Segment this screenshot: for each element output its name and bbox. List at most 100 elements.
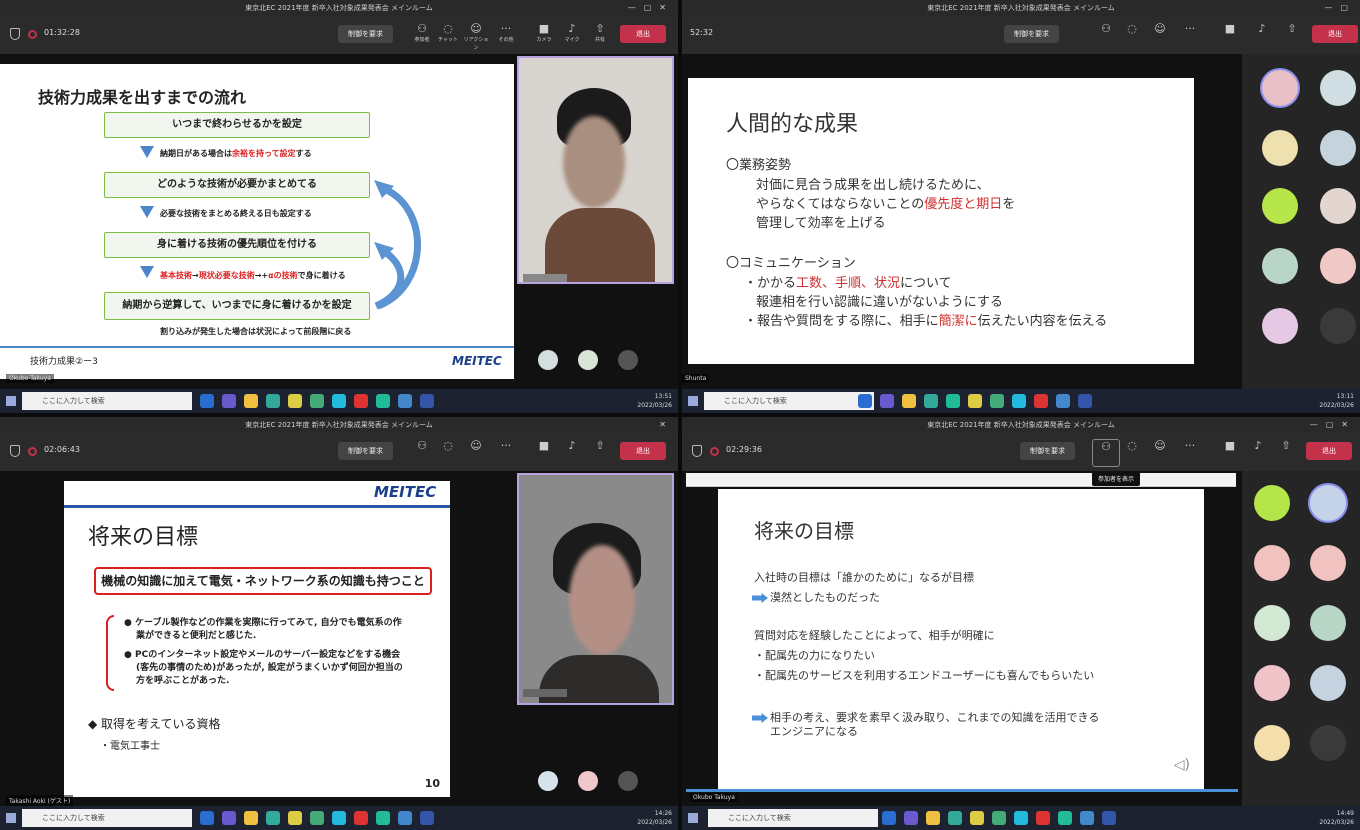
participant-avatar[interactable] (538, 771, 558, 791)
mic-button[interactable]: ♪ (558, 439, 586, 467)
window-controls[interactable]: —▢✕ (628, 0, 674, 16)
request-control-button[interactable]: 制御を要求 (1004, 25, 1059, 43)
speaker-icon[interactable]: ◁) (1174, 757, 1190, 773)
more-button[interactable]: ··· (1176, 22, 1204, 50)
more-button[interactable]: ··· その他 (492, 22, 520, 50)
meeting-window-4: 東京北EC 2021年度 新卒入社対象成果発表会 メインルーム —▢✕ 02:29… (682, 417, 1360, 830)
participant-avatar[interactable] (1262, 130, 1298, 166)
participant-avatar[interactable] (538, 350, 558, 370)
shared-slide: 技術力成果を出すまでの流れ いつまで終わらせるかを設定 納期日がある場合は余裕を… (0, 64, 514, 379)
camera-button[interactable]: ■ カメラ (530, 22, 558, 50)
participant-avatar[interactable] (1254, 725, 1290, 761)
windows-icon[interactable] (688, 813, 698, 823)
taskbar-apps[interactable] (882, 811, 1116, 825)
participant-avatar[interactable] (618, 350, 638, 370)
shared-slide: 将来の目標 入社時の目標は「誰かのために」なるが目標 漠然としたものだった 質問… (718, 489, 1204, 789)
request-control-button[interactable]: 制御を要求 (338, 25, 393, 43)
participant-avatar[interactable] (1310, 665, 1346, 701)
participant-avatar[interactable] (1310, 605, 1346, 641)
meeting-controls: 52:32 制御を要求 ⚇ ◌ ☺ ··· ■ ♪ ⇧ 退出 (682, 16, 1360, 54)
request-control-button[interactable]: 制御を要求 (338, 442, 393, 460)
more-button[interactable]: ··· (492, 439, 520, 467)
participant-avatar[interactable] (1262, 70, 1298, 106)
window-controls[interactable]: —▢✕ (1310, 417, 1356, 433)
tooltip: 参加者を表示 (1092, 471, 1141, 486)
participants-button[interactable]: ⚇ (1092, 22, 1120, 50)
participant-avatar[interactable] (1320, 70, 1356, 106)
camera-button[interactable]: ■ (1216, 439, 1244, 467)
chat-button[interactable]: ◌ (1118, 439, 1146, 467)
participants-button[interactable]: ⚇ (1092, 439, 1120, 467)
camera-icon: ■ (1224, 439, 1236, 452)
participant-avatar[interactable] (578, 350, 598, 370)
participants-button[interactable]: ⚇ (408, 439, 436, 467)
participant-avatar[interactable] (1320, 248, 1356, 284)
reaction-button[interactable]: ☺ (1146, 439, 1174, 467)
leave-button[interactable]: 退出 (620, 25, 666, 43)
reaction-button[interactable]: ☺ (1146, 22, 1174, 50)
presenter-name: Okubo Takuya (6, 374, 54, 383)
reaction-button[interactable]: ☺ リアクション (462, 22, 490, 51)
slide-title: 将来の目標 (88, 525, 199, 550)
speaker-video[interactable] (517, 473, 674, 705)
participant-avatar[interactable] (1262, 188, 1298, 224)
share-button[interactable]: ⇧ 共有 (586, 22, 614, 50)
more-icon: ··· (1184, 439, 1196, 452)
participant-avatar[interactable] (1310, 485, 1346, 521)
taskbar-search[interactable]: ここに入力して検索 (22, 809, 192, 827)
speaker-video[interactable] (517, 56, 674, 284)
reaction-icon: ☺ (1154, 439, 1166, 452)
participant-avatar[interactable] (1310, 725, 1346, 761)
reaction-button[interactable]: ☺ (462, 439, 490, 467)
right-arrow-icon (752, 593, 768, 603)
request-control-button[interactable]: 制御を要求 (1020, 442, 1075, 460)
taskbar-apps[interactable] (858, 394, 1092, 408)
taskbar-search[interactable]: ここに入力して検索 (704, 392, 874, 410)
more-button[interactable]: ··· (1176, 439, 1204, 467)
slide-title: 技術力成果を出すまでの流れ (38, 88, 247, 107)
mic-button[interactable]: ♪ (1244, 439, 1272, 467)
window-controls[interactable]: ✕ (659, 417, 674, 433)
camera-button[interactable]: ■ (1216, 22, 1244, 50)
participant-avatar[interactable] (1262, 308, 1298, 344)
windows-icon[interactable] (6, 396, 16, 406)
mic-button[interactable]: ♪ マイク (558, 22, 586, 50)
taskbar-apps[interactable] (200, 394, 434, 408)
share-button[interactable]: ⇧ (1272, 439, 1300, 467)
participant-avatar[interactable] (1320, 188, 1356, 224)
participant-avatar[interactable] (1254, 545, 1290, 581)
chat-button[interactable]: ◌ (1118, 22, 1146, 50)
participant-avatar[interactable] (1254, 665, 1290, 701)
participants-button[interactable]: ⚇ 参加者 (408, 22, 436, 50)
share-button[interactable]: ⇧ (586, 439, 614, 467)
participant-avatar[interactable] (1320, 130, 1356, 166)
flow-box-3: 身に着ける技術の優先順位を付ける (104, 232, 370, 258)
share-button[interactable]: ⇧ (1278, 22, 1306, 50)
meeting-controls: 02:29:36 制御を要求 ⚇ ◌ ☺ ··· ■ ♪ ⇧ 退出 (682, 433, 1360, 471)
window-controls[interactable]: —▢ (1324, 0, 1356, 16)
camera-button[interactable]: ■ (530, 439, 558, 467)
taskbar-apps[interactable] (200, 811, 434, 825)
participant-avatar[interactable] (1320, 308, 1356, 344)
taskbar-search[interactable]: ここに入力して検索 (22, 392, 192, 410)
chat-button[interactable]: ◌ チャット (434, 22, 462, 50)
leave-button[interactable]: 退出 (1306, 442, 1352, 460)
reaction-icon: ☺ (470, 22, 482, 35)
participant-avatar[interactable] (1262, 248, 1298, 284)
leave-button[interactable]: 退出 (1312, 25, 1358, 43)
chat-button[interactable]: ◌ (434, 439, 462, 467)
windows-icon[interactable] (6, 813, 16, 823)
stage: 将来の目標 入社時の目標は「誰かのために」なるが目標 漠然としたものだった 質問… (682, 471, 1360, 806)
more-icon: ··· (500, 22, 512, 35)
participant-avatar[interactable] (1254, 485, 1290, 521)
participant-avatar[interactable] (1254, 605, 1290, 641)
participant-avatar[interactable] (1310, 545, 1346, 581)
taskbar-search[interactable]: ここに入力して検索 (708, 809, 878, 827)
participant-avatar[interactable] (618, 771, 638, 791)
mic-button[interactable]: ♪ (1248, 22, 1276, 50)
participant-avatar[interactable] (578, 771, 598, 791)
progress-bar[interactable] (686, 789, 1238, 792)
meeting-timer: 02:29:36 (726, 445, 762, 454)
windows-icon[interactable] (688, 396, 698, 406)
leave-button[interactable]: 退出 (620, 442, 666, 460)
